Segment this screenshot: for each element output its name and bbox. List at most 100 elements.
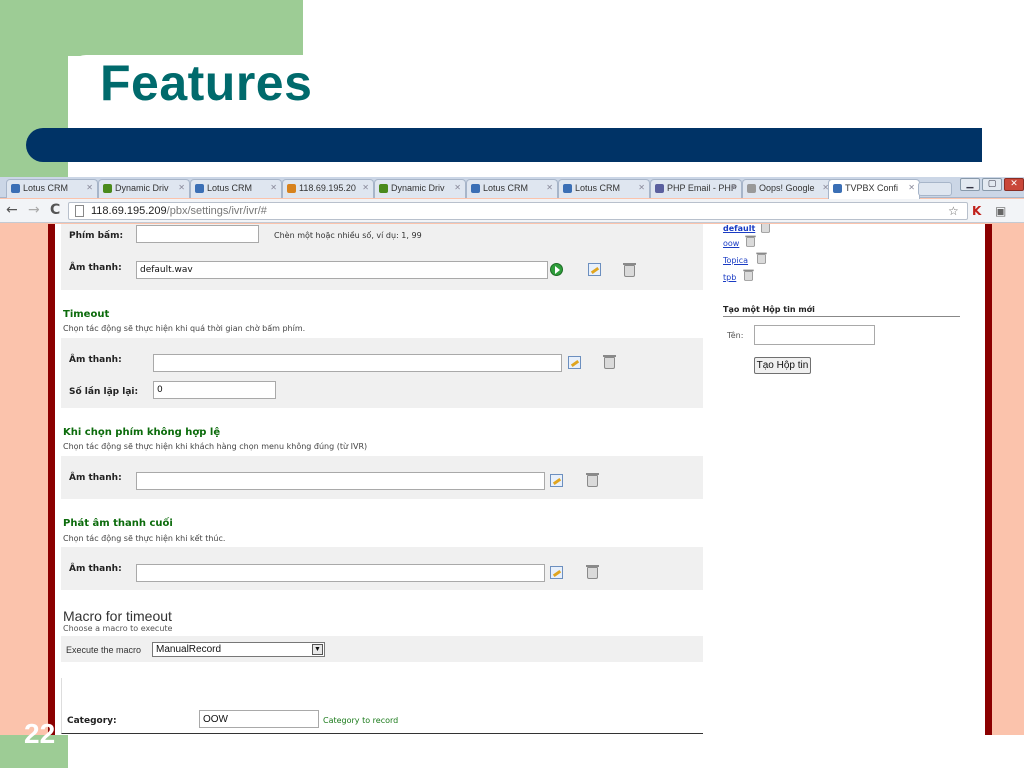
close-icon[interactable]: ✕ — [270, 183, 277, 192]
new-mailbox-title: Tạo một Hộp tin mới — [723, 305, 960, 317]
final-sound-input[interactable] — [136, 564, 545, 582]
final-sound-desc: Chọn tác động sẽ thực hiện khi kết thúc. — [63, 534, 226, 543]
timeout-sound-label: Âm thanh: — [69, 355, 122, 365]
key-input[interactable] — [136, 225, 259, 243]
url-input[interactable]: 118.69.195.209/pbx/settings/ivr/ivr/# — [68, 202, 968, 220]
category-hint: Category to record — [323, 716, 399, 725]
final-sound-panel: Âm thanh: — [61, 547, 703, 590]
tab-4[interactable]: 118.69.195.20 ✕ — [282, 179, 374, 198]
star-icon[interactable]: ☆ — [948, 204, 959, 218]
trash-icon[interactable] — [623, 263, 636, 277]
slide-number: 22 — [24, 718, 56, 749]
tab-favicon-icon — [563, 184, 572, 193]
slide-green-strip-top — [0, 0, 303, 56]
reload-icon[interactable]: C — [50, 202, 60, 218]
edit-icon[interactable] — [550, 566, 563, 579]
close-icon[interactable]: ✕ — [730, 183, 737, 192]
mailbox-link-topica[interactable]: Topica — [723, 256, 748, 265]
tab-favicon-icon — [655, 184, 664, 193]
tab-bar: Lotus CRM ✕ Dynamic Driv ✕ Lotus CRM ✕ 118.… — [0, 177, 1024, 199]
tab-label: Lotus CRM — [575, 183, 621, 193]
menu-icon[interactable]: ▣ — [995, 204, 1006, 218]
timeout-sound-input[interactable] — [153, 354, 562, 372]
tab-favicon-icon — [747, 184, 756, 193]
new-tab-button[interactable] — [918, 182, 952, 196]
invalid-key-title: Khi chọn phím không hợp lệ — [63, 427, 221, 438]
category-row: Category: OOW Category to record — [61, 678, 703, 734]
close-icon[interactable]: ✕ — [86, 183, 93, 192]
tab-favicon-icon — [11, 184, 20, 193]
window-close-button[interactable]: ✕ — [1004, 178, 1024, 191]
extension-icon[interactable]: K — [972, 204, 981, 218]
tab-label: Lotus CRM — [207, 183, 253, 193]
close-icon[interactable]: ✕ — [362, 183, 369, 192]
tab-favicon-icon — [287, 184, 296, 193]
timeout-desc: Chọn tác động sẽ thực hiện khi quá thời … — [63, 324, 306, 333]
url-host: 118.69.195.209 — [91, 205, 167, 217]
close-icon[interactable]: ✕ — [454, 183, 461, 192]
close-icon[interactable]: ✕ — [908, 183, 915, 192]
tab-8[interactable]: PHP Email - PHP ✕ — [650, 179, 742, 198]
forward-arrow-icon[interactable]: → — [28, 202, 40, 218]
tab-3[interactable]: Lotus CRM ✕ — [190, 179, 282, 198]
tab-5[interactable]: Dynamic Driv ✕ — [374, 179, 466, 198]
chevron-down-icon[interactable]: ▼ — [312, 644, 323, 655]
tab-10-active[interactable]: TVPBX Confi ✕ — [828, 179, 920, 199]
mailbox-link-tpb[interactable]: tpb — [723, 273, 736, 282]
tab-2[interactable]: Dynamic Driv ✕ — [98, 179, 190, 198]
mailbox-name-label: Tên: — [727, 331, 744, 340]
macro-panel: Execute the macro ManualRecord ▼ — [61, 636, 703, 662]
tab-7[interactable]: Lotus CRM ✕ — [558, 179, 650, 198]
tab-favicon-icon — [379, 184, 388, 193]
tab-6[interactable]: Lotus CRM ✕ — [466, 179, 558, 198]
execute-macro-label: Execute the macro — [66, 645, 142, 655]
repeat-label: Số lần lặp lại: — [69, 387, 139, 397]
macro-desc: Choose a macro to execute — [63, 624, 173, 633]
invalid-key-desc: Chọn tác động sẽ thực hiện khi khách hàn… — [63, 442, 368, 451]
invalid-sound-label: Âm thanh: — [69, 473, 122, 483]
sound-input[interactable]: default.wav — [136, 261, 548, 279]
mailbox-link-oow[interactable]: oow — [723, 239, 739, 248]
trash-icon[interactable] — [745, 235, 756, 247]
url-path: /pbx/settings/ivr/ivr/# — [166, 205, 267, 217]
timeout-title: Timeout — [63, 309, 110, 320]
trash-icon[interactable] — [603, 355, 616, 369]
tab-9[interactable]: Oops! Google ✕ — [742, 179, 834, 198]
close-icon[interactable]: ✕ — [638, 183, 645, 192]
edit-icon[interactable] — [588, 263, 601, 276]
edit-icon[interactable] — [568, 356, 581, 369]
minimize-button[interactable]: ▁ — [960, 178, 980, 191]
mailbox-link-default[interactable]: default — [723, 224, 755, 233]
trash-icon[interactable] — [743, 269, 754, 281]
category-label: Category: — [67, 716, 117, 726]
page-border-left — [48, 224, 55, 735]
maximize-button[interactable]: ▢ — [982, 178, 1002, 191]
tab-label: TVPBX Confi — [845, 183, 899, 193]
trash-icon[interactable] — [756, 252, 767, 264]
trash-icon[interactable] — [586, 565, 599, 579]
macro-select[interactable]: ManualRecord ▼ — [152, 642, 325, 657]
tab-1[interactable]: Lotus CRM ✕ — [6, 179, 98, 198]
category-input[interactable]: OOW — [199, 710, 319, 728]
mailbox-name-input[interactable] — [754, 325, 875, 345]
create-mailbox-button[interactable]: Tạo Hộp tin — [754, 357, 811, 374]
trash-icon[interactable] — [586, 473, 599, 487]
play-icon[interactable] — [550, 263, 563, 276]
back-arrow-icon[interactable]: ← — [6, 202, 18, 218]
browser-window: Lotus CRM ✕ Dynamic Driv ✕ Lotus CRM ✕ 118.… — [0, 177, 1024, 735]
tab-favicon-icon — [195, 184, 204, 193]
edit-icon[interactable] — [550, 474, 563, 487]
sound-label: Âm thanh: — [69, 263, 122, 273]
trash-icon[interactable] — [761, 224, 770, 233]
repeat-input[interactable]: 0 — [153, 381, 276, 399]
close-icon[interactable]: ✕ — [178, 183, 185, 192]
slide-title: Features — [100, 55, 313, 111]
page-icon — [75, 205, 84, 217]
close-icon[interactable]: ✕ — [546, 183, 553, 192]
address-bar: ← → C 118.69.195.209/pbx/settings/ivr/iv… — [0, 199, 1024, 223]
tab-label: 118.69.195.20 — [299, 183, 356, 193]
invalid-key-panel: Âm thanh: — [61, 456, 703, 499]
tab-favicon-icon — [471, 184, 480, 193]
key-label: Phím bấm: — [69, 231, 124, 241]
invalid-sound-input[interactable] — [136, 472, 545, 490]
